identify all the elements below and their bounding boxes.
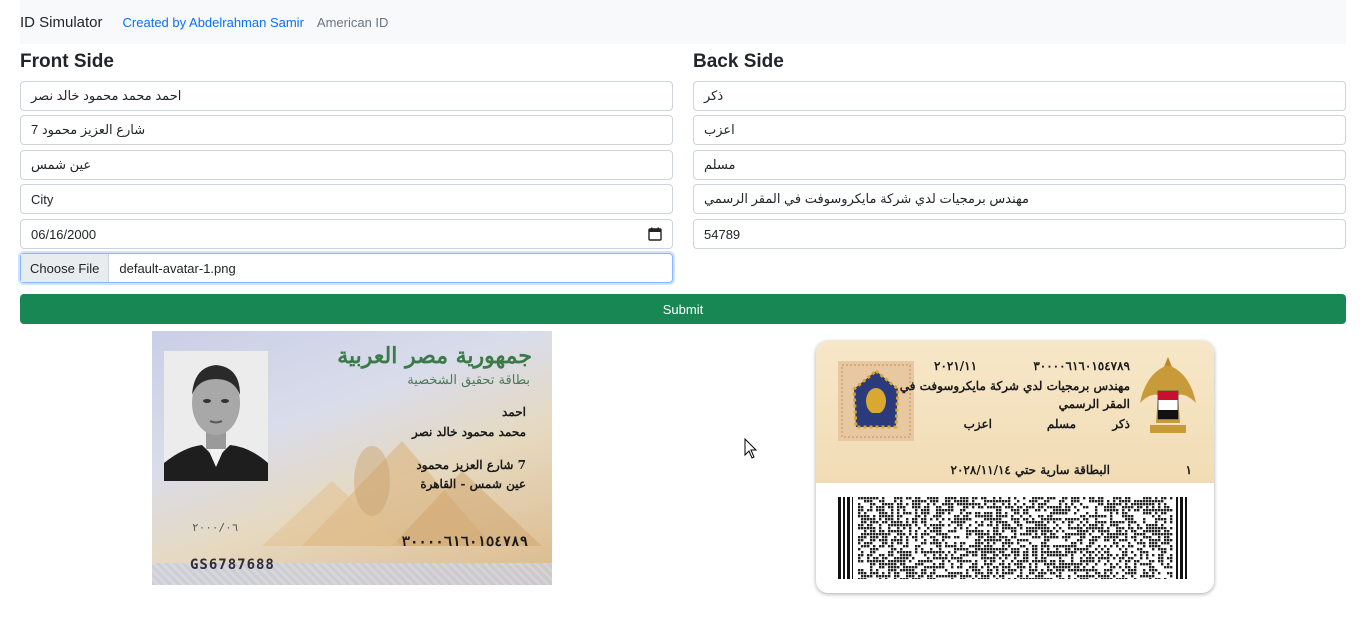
back-index: ١ xyxy=(1185,463,1192,477)
navbar: ID Simulator Created by Abdelrahman Sami… xyxy=(20,0,1346,44)
card-serial: GS6787688 xyxy=(190,557,275,573)
address-input-value: شارع العزيز محمود 7 xyxy=(31,122,146,137)
religion-input[interactable]: مسلم xyxy=(693,150,1346,180)
card-name-line2: محمد محمود خالد نصر xyxy=(412,425,526,439)
american-id-link[interactable]: American ID xyxy=(317,15,389,30)
avatar xyxy=(164,351,268,481)
gender-input-value: ذكر xyxy=(704,88,724,103)
barcode xyxy=(838,497,1187,579)
back-validity: البطاقة سارية حتي ٢٠٢٨/١١/١٤ xyxy=(950,463,1110,477)
card-address-line1: 7 شارع العزيز محمود xyxy=(416,458,526,472)
front-side-title: Front Side xyxy=(20,51,114,72)
marital-input-value: اعزب xyxy=(704,122,735,137)
religion-input-value: مسلم xyxy=(704,157,736,172)
birth-date-input[interactable]: 06/16/2000 xyxy=(20,219,673,249)
city-input-value: City xyxy=(31,191,54,207)
file-name-label: default-avatar-1.png xyxy=(119,260,236,276)
address-input[interactable]: شارع العزيز محمود 7 xyxy=(20,115,673,145)
eagle-emblem-icon xyxy=(1140,357,1196,433)
back-side-title: Back Side xyxy=(693,51,784,72)
back-gender: ذكر xyxy=(1112,417,1130,431)
marital-input[interactable]: اعزب xyxy=(693,115,1346,145)
back-id-number: ٣٠٠٠٠٦١٦٠١٥٤٧٨٩ xyxy=(1033,359,1130,373)
back-id-card: ٣٠٠٠٠٦١٦٠١٥٤٧٨٩ ٢٠٢١/١١ مهندس برمجيات لد… xyxy=(816,341,1214,593)
card-id-number: ٣٠٠٠٠٦١٦٠١٥٤٧٨٩ xyxy=(401,534,528,550)
card-birth: ٢٠٠٠/٠٦ xyxy=(192,521,239,534)
city-input[interactable]: City xyxy=(20,184,673,214)
card-subheader: بطاقة تحقيق الشخصية xyxy=(407,373,530,388)
back-job-line1: مهندس برمجيات لدي شركة مايكروسوفت في xyxy=(899,379,1130,393)
job-input-value: مهندس برمجيات لدي شركة مايكروسوفت في الم… xyxy=(704,191,1029,206)
card-header: جمهورية مصر العربية xyxy=(337,343,532,369)
gender-input[interactable]: ذكر xyxy=(693,81,1346,111)
card-name-line1: احمد xyxy=(502,405,526,419)
photo-file-input[interactable]: Choose File default-avatar-1.png xyxy=(20,253,673,283)
calendar-icon[interactable] xyxy=(648,227,662,241)
card-address-line2: عين شمس - القاهرة xyxy=(420,477,526,491)
birth-date-value: 06/16/2000 xyxy=(31,226,97,242)
code-input-value: 54789 xyxy=(704,226,741,242)
district-input[interactable]: عين شمس xyxy=(20,150,673,180)
back-issue-date: ٢٠٢١/١١ xyxy=(934,359,978,373)
name-input[interactable]: احمد محمد محمود خالد نصر xyxy=(20,81,673,111)
submit-button[interactable]: Submit xyxy=(20,294,1346,324)
mouse-cursor-icon xyxy=(744,438,758,459)
author-link[interactable]: Created by Abdelrahman Samir xyxy=(123,15,304,30)
job-input[interactable]: مهندس برمجيات لدي شركة مايكروسوفت في الم… xyxy=(693,184,1346,214)
back-marital: اعزب xyxy=(963,417,992,431)
front-id-card: جمهورية مصر العربية بطاقة تحقيق الشخصية … xyxy=(152,331,552,585)
name-input-value: احمد محمد محمود خالد نصر xyxy=(31,88,182,103)
back-religion: مسلم xyxy=(1046,417,1076,431)
choose-file-button[interactable]: Choose File xyxy=(21,254,110,282)
pharaoh-mask-icon xyxy=(838,361,914,441)
navbar-brand[interactable]: ID Simulator xyxy=(20,14,103,31)
back-job-line2: المقر الرسمي xyxy=(1058,397,1130,411)
code-input[interactable]: 54789 xyxy=(693,219,1346,249)
district-input-value: عين شمس xyxy=(31,157,92,172)
